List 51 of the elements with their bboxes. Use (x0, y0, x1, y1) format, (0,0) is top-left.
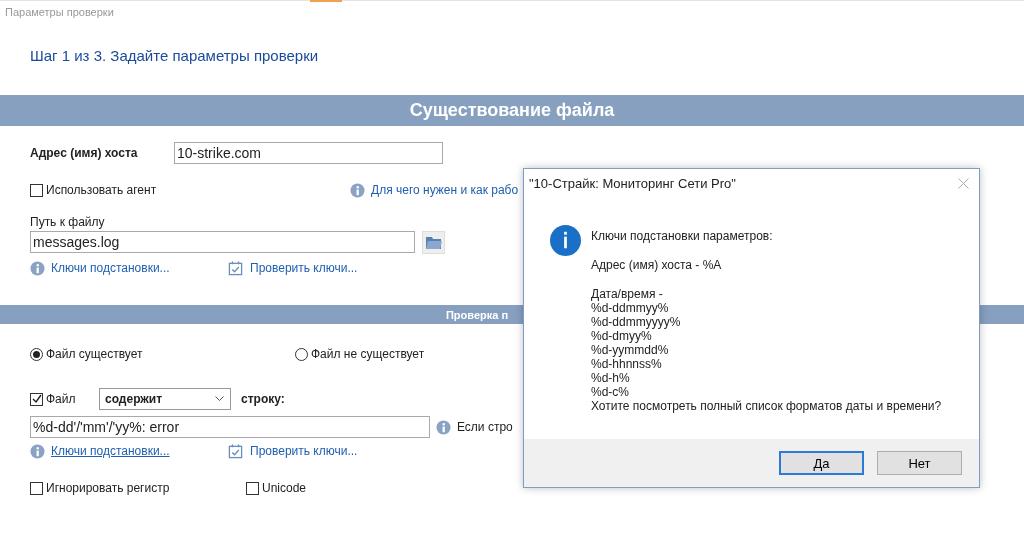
match-mode-dropdown[interactable]: содержит (99, 388, 231, 410)
radio-button[interactable] (295, 347, 308, 361)
file-contains-checkbox[interactable]: Файл (30, 392, 76, 406)
hint-text: Если стро (457, 420, 513, 434)
info-icon (30, 260, 45, 276)
host-label: Адрес (имя) хоста (30, 146, 139, 160)
message-text: Дата/время - (591, 287, 664, 301)
step-heading: Шаг 1 из 3. Задайте параметры проверки (30, 47, 320, 66)
substitution-keys-link[interactable]: Ключи подстановки... (51, 444, 170, 458)
option-checkbox[interactable]: Игнорировать регистр (30, 481, 170, 495)
message-text: Адрес (имя) хоста - %A (591, 258, 723, 272)
window-title: Параметры проверки (4, 5, 115, 20)
calendar-check-icon (228, 443, 243, 459)
file-path-field[interactable]: messages.log (30, 231, 415, 253)
use-agent-checkbox[interactable]: Использовать агент (30, 183, 157, 197)
agent-help-link[interactable]: Для чего нужен и как рабо (371, 183, 519, 197)
checkbox[interactable] (246, 481, 259, 495)
calendar-check-icon (228, 260, 243, 276)
check-keys-link[interactable]: Проверить ключи... (250, 444, 358, 458)
browse-button[interactable] (422, 230, 445, 254)
message-text: %d-h% (591, 371, 631, 385)
yes-button[interactable]: Да (779, 451, 864, 475)
info-icon (350, 182, 365, 198)
chevron-down-icon (215, 396, 224, 402)
message-text: %d-hhnnss% (591, 357, 663, 371)
string-label: строку: (241, 392, 285, 406)
radio-button[interactable] (30, 347, 43, 361)
dialog-title: "10-Страйк: Мониторинг Сети Pro" (529, 175, 736, 191)
message-text: %d-c% (591, 385, 630, 399)
checkbox[interactable] (30, 481, 43, 495)
option-checkbox[interactable]: Unicode (246, 481, 307, 495)
info-icon (550, 225, 581, 256)
search-string-field[interactable]: %d-dd'/'mm'/'yy%: error (30, 416, 430, 438)
folder-icon (425, 235, 442, 249)
existence-radio[interactable]: Файл не существует (295, 347, 425, 361)
message-text: Ключи подстановки параметров: (591, 229, 774, 243)
existence-radio[interactable]: Файл существует (30, 347, 295, 361)
host-field[interactable]: 10-strike.com (174, 142, 443, 164)
check-keys-link[interactable]: Проверить ключи... (250, 261, 358, 275)
info-icon (436, 419, 451, 435)
substitution-keys-link[interactable]: Ключи подстановки... (51, 261, 170, 275)
message-text: %d-yymmdd% (591, 343, 670, 357)
no-button[interactable]: Нет (877, 451, 962, 475)
message-text: %d-dmyy% (591, 329, 653, 343)
file-path-label: Путь к файлу (30, 215, 105, 229)
message-text: Хотите посмотреть полный список форматов даты и времени? (591, 399, 942, 413)
accent-bar (310, 0, 342, 2)
checkbox[interactable] (30, 183, 43, 197)
info-icon (30, 443, 45, 459)
section-header: Существование файла (0, 95, 1024, 126)
checkbox[interactable] (30, 392, 43, 406)
